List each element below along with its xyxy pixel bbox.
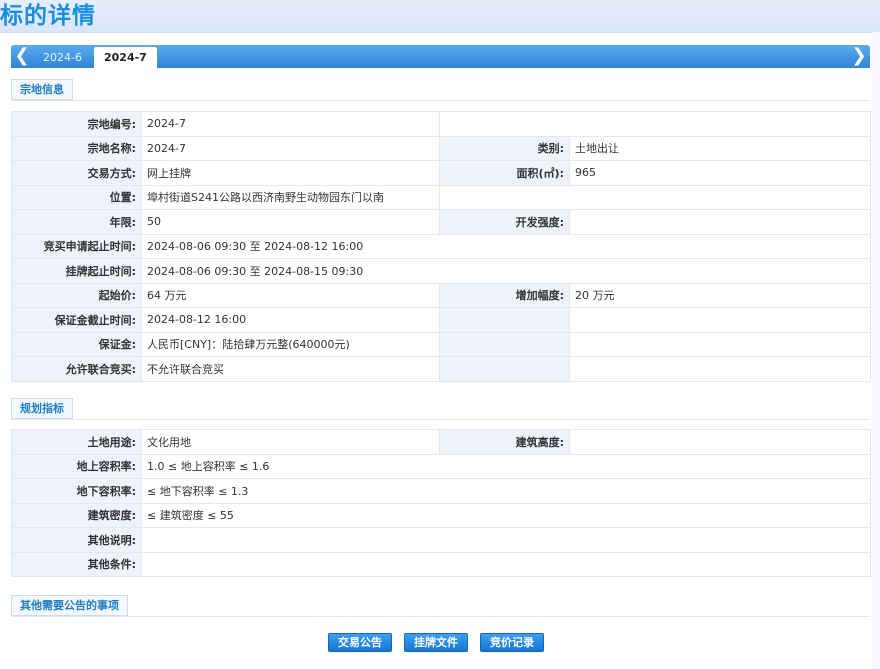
field-label: 其他条件: xyxy=(11,551,142,577)
empty-cell xyxy=(439,184,871,210)
field-value-location: 埠村街道S241公路以西济南野生动物园东门以南 xyxy=(141,184,440,210)
table-row: 保证金截止时间: 2024-08-12 16:00 xyxy=(11,307,871,333)
field-label: 其他说明: xyxy=(11,527,142,553)
field-value-use: 文化用地 xyxy=(141,429,440,455)
field-label: 增加幅度: xyxy=(439,282,570,308)
field-label: 宗地编号: xyxy=(11,111,142,137)
planning-table: 土地用途: 文化用地 建筑高度: 地上容积率: 1.0 ≤ 地上容积率 ≤ 1.… xyxy=(11,429,871,577)
tab-2024-6[interactable]: 2024-6 xyxy=(33,47,92,68)
field-value-far-below: ≤ 地下容积率 ≤ 1.3 xyxy=(141,478,871,504)
tab-bar: ❮ 2024-6 2024-7 ❯ xyxy=(11,45,870,68)
field-value-area: 965 xyxy=(569,160,871,186)
announcement-button[interactable]: 交易公告 xyxy=(328,633,392,652)
field-label: 年限: xyxy=(11,209,142,235)
table-row: 起始价: 64 万元 增加幅度: 20 万元 xyxy=(11,282,871,308)
table-row: 挂牌起止时间: 2024-08-06 09:30 至 2024-08-15 09… xyxy=(11,258,871,284)
table-row: 建筑密度: ≤ 建筑密度 ≤ 55 xyxy=(11,502,871,528)
empty-cell xyxy=(569,331,871,357)
field-label: 面积(㎡): xyxy=(439,160,570,186)
section-label-land[interactable]: 宗地信息 xyxy=(11,79,73,100)
bid-records-button[interactable]: 竞价记录 xyxy=(480,633,544,652)
field-value-method: 网上挂牌 xyxy=(141,160,440,186)
empty-cell xyxy=(569,356,871,382)
empty-label-cell xyxy=(439,307,570,333)
field-label: 建筑高度: xyxy=(439,429,570,455)
field-label: 保证金: xyxy=(11,331,142,357)
section-head-other: 其他需要公告的事项 xyxy=(11,595,870,617)
table-row: 位置: 埠村街道S241公路以西济南野生动物园东门以南 xyxy=(11,184,871,210)
empty-cell xyxy=(439,111,871,137)
field-value-far-above: 1.0 ≤ 地上容积率 ≤ 1.6 xyxy=(141,453,871,479)
table-row: 地下容积率: ≤ 地下容积率 ≤ 1.3 xyxy=(11,478,871,504)
field-value-listing-period: 2024-08-06 09:30 至 2024-08-15 09:30 xyxy=(141,258,871,284)
chevron-right-icon[interactable]: ❯ xyxy=(850,45,868,68)
land-info-table: 宗地编号: 2024-7 宗地名称: 2024-7 类别: 土地出让 交易方式:… xyxy=(11,111,871,382)
field-value-density: ≤ 建筑密度 ≤ 55 xyxy=(141,502,871,528)
section-label-planning[interactable]: 规划指标 xyxy=(11,398,73,419)
table-row: 其他说明: xyxy=(11,527,871,553)
table-row: 地上容积率: 1.0 ≤ 地上容积率 ≤ 1.6 xyxy=(11,453,871,479)
field-value-name: 2024-7 xyxy=(141,135,440,161)
table-row: 土地用途: 文化用地 建筑高度: xyxy=(11,429,871,455)
field-value-intensity xyxy=(569,209,871,235)
field-value-deposit-deadline: 2024-08-12 16:00 xyxy=(141,307,440,333)
field-label: 位置: xyxy=(11,184,142,210)
title-bar: 标的详情 xyxy=(0,0,880,32)
field-label: 宗地名称: xyxy=(11,135,142,161)
field-label: 建筑密度: xyxy=(11,502,142,528)
field-label: 允许联合竞买: xyxy=(11,356,142,382)
field-label: 土地用途: xyxy=(11,429,142,455)
table-row: 宗地编号: 2024-7 xyxy=(11,111,871,137)
field-value-height xyxy=(569,429,871,455)
tab-2024-7[interactable]: 2024-7 xyxy=(94,47,157,68)
field-label: 地下容积率: xyxy=(11,478,142,504)
table-row: 其他条件: xyxy=(11,551,871,577)
table-row: 宗地名称: 2024-7 类别: 土地出让 xyxy=(11,135,871,161)
table-row: 年限: 50 开发强度: xyxy=(11,209,871,235)
listing-files-button[interactable]: 挂牌文件 xyxy=(404,633,468,652)
field-value-conditions xyxy=(141,551,871,577)
table-row: 交易方式: 网上挂牌 面积(㎡): 965 xyxy=(11,160,871,186)
section-head-land: 宗地信息 xyxy=(11,79,870,101)
field-value-term: 50 xyxy=(141,209,440,235)
button-row: 交易公告 挂牌文件 竞价记录 xyxy=(0,633,880,653)
field-value-joint: 不允许联合竞买 xyxy=(141,356,440,382)
field-value-deposit: 人民币[CNY]：陆拾肆万元整(640000元) xyxy=(141,331,440,357)
table-row: 允许联合竞买: 不允许联合竞买 xyxy=(11,356,871,382)
field-label: 类别: xyxy=(439,135,570,161)
empty-cell xyxy=(569,307,871,333)
field-value-apply-period: 2024-08-06 09:30 至 2024-08-12 16:00 xyxy=(141,233,871,259)
field-value-category: 土地出让 xyxy=(569,135,871,161)
field-label: 竞买申请起止时间: xyxy=(11,233,142,259)
empty-label-cell xyxy=(439,331,570,357)
table-row: 竞买申请起止时间: 2024-08-06 09:30 至 2024-08-12 … xyxy=(11,233,871,259)
table-row: 保证金: 人民币[CNY]：陆拾肆万元整(640000元) xyxy=(11,331,871,357)
scrollbar[interactable] xyxy=(872,32,880,669)
field-value-start-price: 64 万元 xyxy=(141,282,440,308)
field-label: 挂牌起止时间: xyxy=(11,258,142,284)
page-title: 标的详情 xyxy=(0,3,96,29)
field-label: 保证金截止时间: xyxy=(11,307,142,333)
field-value-code: 2024-7 xyxy=(141,111,440,137)
field-label: 起始价: xyxy=(11,282,142,308)
section-head-planning: 规划指标 xyxy=(11,398,870,420)
empty-label-cell xyxy=(439,356,570,382)
chevron-left-icon[interactable]: ❮ xyxy=(13,45,31,68)
field-label: 开发强度: xyxy=(439,209,570,235)
field-label: 交易方式: xyxy=(11,160,142,186)
section-label-other[interactable]: 其他需要公告的事项 xyxy=(11,595,128,616)
field-label: 地上容积率: xyxy=(11,453,142,479)
field-value-note xyxy=(141,527,871,553)
field-value-increment: 20 万元 xyxy=(569,282,871,308)
